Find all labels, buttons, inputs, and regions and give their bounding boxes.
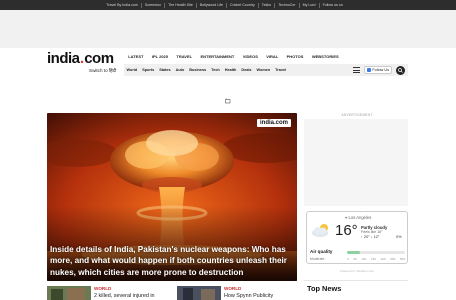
nav-item-latest[interactable]: LATEST [124, 54, 148, 59]
air-quality-rating: Moderate [310, 257, 325, 261]
logo-dot: . [80, 50, 84, 67]
subnav-item-tech[interactable]: Tech [209, 68, 223, 72]
hero-headline[interactable]: Inside details of India, Pakistan's nucl… [50, 244, 295, 278]
top-news-heading: Top News [307, 284, 342, 293]
subnav-item-health[interactable]: Health [222, 68, 239, 72]
site-logo[interactable]: india. com Switch to हिंदी [47, 51, 121, 77]
subnav-item-women[interactable]: Women [254, 68, 273, 72]
story-card[interactable]: WORLD How Spynn Publicity [177, 286, 297, 300]
follow-us-button[interactable]: Follow Us [364, 66, 392, 74]
network-link[interactable]: Bollywood Life [197, 2, 228, 8]
aqi-scale-tick: 50 [353, 257, 357, 261]
network-link[interactable]: Cricket Country [227, 2, 259, 8]
top-ad-strip [0, 10, 456, 48]
aqi-scale-tick: 100 [361, 257, 367, 261]
aqi-scale-tick: 0 [347, 257, 349, 261]
weather-precipitation: 0% [396, 235, 402, 239]
top-bar: Travel By India.com Screentox The Health S… [0, 0, 456, 16]
story-title[interactable]: How Spynn Publicity [224, 293, 273, 299]
story-thumbnail[interactable] [47, 286, 91, 300]
network-link[interactable]: TechnoCer [275, 2, 300, 8]
network-link[interactable]: The Health Site [165, 2, 197, 8]
subnav-item-states[interactable]: States [157, 68, 173, 72]
network-link[interactable]: Follow us on [320, 3, 346, 8]
story-title[interactable]: 2 killed, several injured in [94, 293, 155, 299]
hero-badge: india.com [256, 119, 291, 127]
weather-feels-like: Feels like 16° [361, 230, 383, 234]
aqi-scale-tick: 150 [370, 257, 376, 261]
story-category[interactable]: WORLD [224, 286, 241, 291]
hero-article[interactable]: india.com Inside details of India, Pakis… [47, 113, 297, 281]
logo-com: com [84, 50, 114, 67]
subnav-item-auto[interactable]: Auto [173, 68, 187, 72]
menu-icon[interactable] [353, 67, 361, 73]
air-quality-fill [347, 251, 360, 254]
network-link[interactable]: Travel By India.com [103, 2, 142, 8]
telegram-icon[interactable] [346, 3, 353, 16]
story-card[interactable]: WORLD 2 killed, several injured in [47, 286, 177, 300]
subnav-item-business[interactable]: Business [187, 68, 209, 72]
search-button[interactable] [396, 65, 405, 75]
logo-word: india [47, 50, 80, 67]
sidebar-ad [304, 119, 408, 206]
follow-us-label: Follow Us [372, 68, 389, 72]
subnav-item-deals[interactable]: Deals [239, 68, 254, 72]
network-link[interactable]: My Lord [300, 2, 320, 8]
switch-language-link[interactable]: Switch to हिंदी [89, 68, 121, 74]
top-news-section: Top News [304, 280, 408, 300]
nav-actions: Follow Us [353, 65, 408, 75]
secondary-nav: World Sports States Auto Business Tech Health D… [124, 64, 408, 76]
primary-nav: LATEST IPL 2025 TRAVEL ENTERTAINMENT VIDEOS V… [124, 51, 343, 61]
nav-item-viral[interactable]: VIRAL [262, 54, 282, 59]
air-quality-scale: 0 50 100 150 200 300 500 [347, 257, 405, 261]
weather-temperature: 16° [335, 222, 358, 239]
search-icon [398, 67, 403, 73]
air-quality-label: Air quality [310, 249, 333, 254]
secondary-nav-items: World Sports States Auto Business Tech Health D… [124, 68, 289, 72]
aqi-scale-tick: 200 [380, 257, 386, 261]
nav-item-ipl-2025[interactable]: IPL 2025 [148, 54, 173, 59]
weather-location: ⌖ Los Angeles [345, 215, 371, 220]
story-thumbnail[interactable] [177, 286, 221, 300]
nav-item-entertainment[interactable]: ENTERTAINMENT [196, 54, 238, 59]
google-news-icon [367, 68, 372, 72]
weather-powered-by: Powered by Weather.com [339, 269, 375, 273]
subnav-item-travel[interactable]: Travel [273, 68, 289, 72]
location-name: Los Angeles [348, 215, 372, 220]
partly-cloudy-icon [311, 223, 333, 237]
nav-item-videos[interactable]: VIDEOS [239, 54, 263, 59]
location-pin-icon: ⌖ [345, 215, 348, 220]
advertisement-label: ADVERTISEMENT [341, 113, 373, 117]
aqi-scale-tick: 500 [399, 257, 405, 261]
network-link[interactable]: Screentox [142, 2, 166, 8]
logo-wordmark[interactable]: india. com [47, 51, 121, 67]
network-link[interactable]: Tekko [259, 2, 276, 8]
network-links: Travel By India.com Screentox The Health S… [103, 2, 353, 16]
aqi-scale-tick: 300 [390, 257, 396, 261]
loading-icon [225, 91, 231, 104]
weather-widget[interactable]: ⌖ Los Angeles 16° Partly cloudy Feels li… [306, 211, 408, 264]
weather-high-low: ↑ 20° ↓ 12° [361, 235, 380, 239]
nav-item-travel[interactable]: TRAVEL [172, 54, 196, 59]
story-category[interactable]: WORLD [94, 286, 111, 291]
subnav-item-world[interactable]: World [124, 68, 140, 72]
nav-item-webstories[interactable]: WEBSTORIES [308, 54, 343, 59]
subnav-item-sports[interactable]: Sports [140, 68, 157, 72]
nav-item-photos[interactable]: PHOTOS [282, 54, 307, 59]
